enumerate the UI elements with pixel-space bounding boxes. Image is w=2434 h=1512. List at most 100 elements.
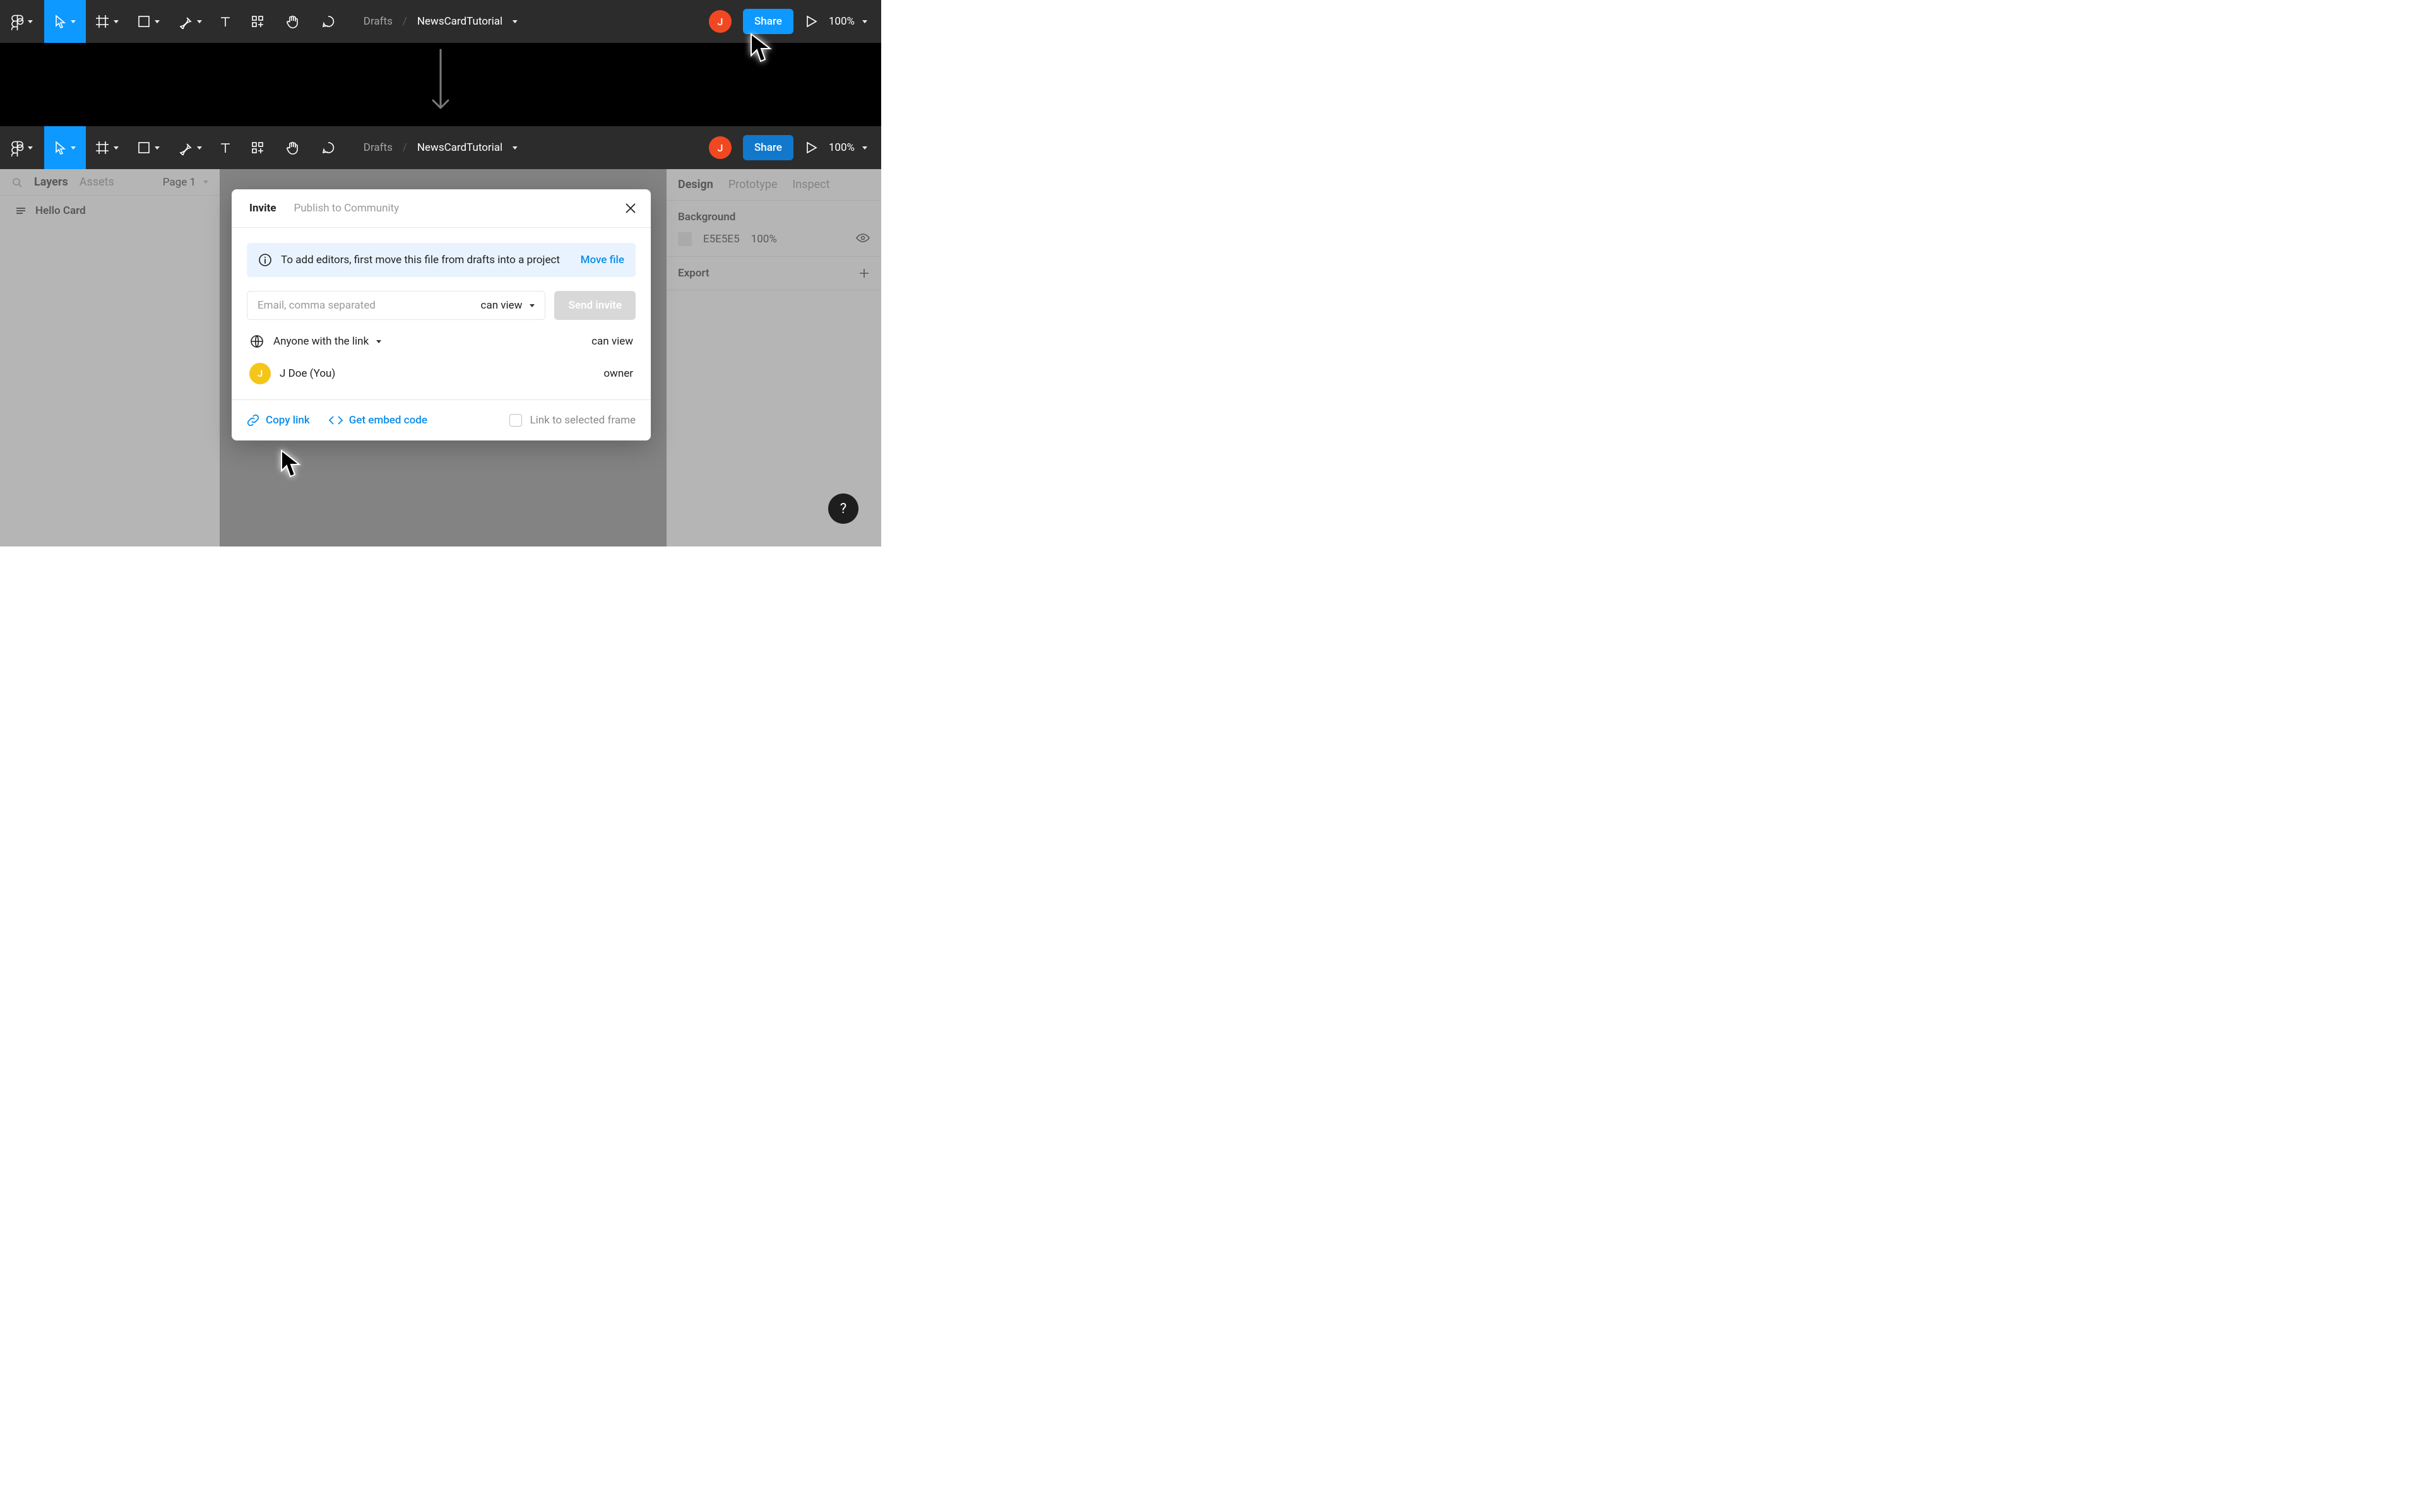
link-to-frame-checkbox[interactable]: Link to selected frame — [509, 414, 636, 427]
comment-tool[interactable] — [311, 126, 346, 169]
checkbox-icon — [509, 414, 522, 427]
dialog-tab-publish[interactable]: Publish to Community — [294, 202, 400, 215]
resources-icon — [251, 141, 264, 155]
hand-tool[interactable] — [275, 126, 311, 169]
cursor-icon — [54, 15, 67, 28]
frame-tool[interactable] — [86, 0, 128, 43]
chevron-down-icon — [513, 146, 518, 150]
embed-code-label: Get embed code — [349, 414, 427, 427]
rectangle-icon — [137, 15, 151, 28]
rectangle-icon — [137, 141, 151, 155]
invite-row: Email, comma separated can view Send inv… — [247, 291, 636, 320]
user-name: J Doe (You) — [280, 367, 335, 380]
figma-menu[interactable] — [0, 0, 44, 43]
figma-logo-icon — [11, 13, 24, 30]
breadcrumb-file[interactable]: NewsCardTutorial — [417, 15, 518, 28]
breadcrumb-separator: / — [403, 15, 407, 28]
zoom-value: 100% — [829, 141, 855, 154]
zoom-value: 100% — [829, 15, 855, 28]
breadcrumb-drafts[interactable]: Drafts — [364, 141, 393, 154]
chevron-down-icon — [513, 20, 518, 23]
help-button[interactable]: ? — [828, 493, 858, 524]
comment-tool[interactable] — [311, 0, 346, 43]
toolbar-right: J Share 100% — [709, 126, 881, 169]
present-button[interactable] — [805, 141, 817, 155]
email-placeholder: Email, comma separated — [258, 299, 376, 312]
close-button[interactable] — [624, 202, 637, 218]
user-permission: owner — [603, 367, 633, 380]
breadcrumb: Drafts / NewsCardTutorial — [364, 141, 518, 154]
file-name: NewsCardTutorial — [417, 15, 502, 28]
user-avatar[interactable]: J — [709, 10, 732, 33]
top-toolbar-state-a: Drafts / NewsCardTutorial J Share 100% — [0, 0, 881, 43]
top-toolbar-state-b: Drafts / NewsCardTutorial J Share 100% — [0, 126, 881, 169]
send-invite-button[interactable]: Send invite — [554, 291, 636, 320]
present-button[interactable] — [805, 15, 817, 28]
dialog-header: Invite Publish to Community — [232, 189, 651, 228]
hand-icon — [285, 14, 300, 29]
text-tool[interactable] — [211, 126, 240, 169]
comment-icon — [321, 140, 336, 155]
email-input[interactable]: Email, comma separated can view — [247, 291, 545, 320]
code-icon — [329, 415, 343, 425]
chevron-down-icon — [530, 304, 535, 307]
link-to-frame-label: Link to selected frame — [530, 414, 636, 427]
link-permission-row: Anyone with the link can view — [247, 334, 636, 349]
embed-code-button[interactable]: Get embed code — [329, 414, 427, 427]
copy-link-button[interactable]: Copy link — [247, 414, 310, 427]
play-icon — [805, 15, 817, 28]
share-dialog: Invite Publish to Community To add edito… — [232, 189, 651, 440]
anyone-link-dropdown[interactable]: Anyone with the link — [273, 335, 381, 348]
text-icon — [218, 15, 232, 28]
figma-logo-icon — [11, 139, 24, 157]
move-file-link[interactable]: Move file — [581, 254, 624, 266]
pen-tool[interactable] — [169, 126, 211, 169]
breadcrumb-separator: / — [403, 141, 407, 154]
resources-tool[interactable] — [240, 0, 275, 43]
globe-icon — [249, 334, 264, 349]
text-icon — [218, 141, 232, 155]
anyone-permission[interactable]: can view — [591, 335, 633, 348]
down-arrow-icon — [428, 47, 453, 119]
share-button[interactable]: Share — [743, 9, 793, 34]
pen-tool[interactable] — [169, 0, 211, 43]
frame-tool[interactable] — [86, 126, 128, 169]
resources-icon — [251, 15, 264, 28]
share-button[interactable]: Share — [743, 135, 793, 160]
permission-label: can view — [481, 299, 523, 312]
toolbar-right: J Share 100% — [709, 0, 881, 43]
zoom-dropdown[interactable]: 100% — [829, 141, 867, 154]
breadcrumb-file[interactable]: NewsCardTutorial — [417, 141, 518, 154]
shape-tool[interactable] — [128, 126, 169, 169]
breadcrumb: Drafts / NewsCardTutorial — [364, 15, 518, 28]
chevron-down-icon — [862, 20, 867, 23]
play-icon — [805, 141, 817, 155]
chevron-down-icon — [376, 340, 381, 343]
info-icon — [258, 253, 272, 267]
pen-icon — [178, 140, 193, 155]
hand-icon — [285, 140, 300, 155]
user-avatar[interactable]: J — [709, 136, 732, 159]
pen-icon — [178, 14, 193, 29]
user-avatar-small: J — [249, 363, 271, 384]
copy-link-label: Copy link — [266, 414, 310, 427]
figma-menu[interactable] — [0, 126, 44, 169]
move-tool[interactable] — [44, 126, 86, 169]
chevron-down-icon — [862, 146, 867, 150]
info-banner: To add editors, first move this file fro… — [247, 243, 636, 277]
text-tool[interactable] — [211, 0, 240, 43]
dialog-tab-invite[interactable]: Invite — [249, 202, 276, 215]
link-icon — [247, 414, 259, 427]
info-message: To add editors, first move this file fro… — [281, 254, 572, 266]
resources-tool[interactable] — [240, 126, 275, 169]
cursor-icon — [54, 141, 67, 155]
anyone-link-label: Anyone with the link — [273, 335, 369, 348]
breadcrumb-drafts[interactable]: Drafts — [364, 15, 393, 28]
move-tool[interactable] — [44, 0, 86, 43]
shape-tool[interactable] — [128, 0, 169, 43]
permission-dropdown[interactable]: can view — [481, 299, 535, 312]
file-name: NewsCardTutorial — [417, 141, 502, 154]
comment-icon — [321, 14, 336, 29]
zoom-dropdown[interactable]: 100% — [829, 15, 867, 28]
hand-tool[interactable] — [275, 0, 311, 43]
